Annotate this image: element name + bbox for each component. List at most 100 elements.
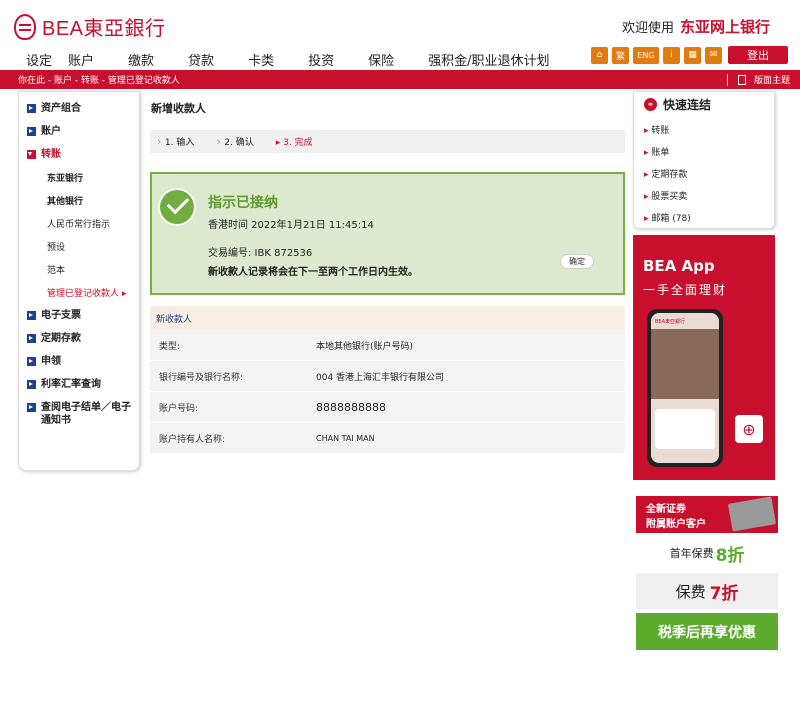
page-icon: [737, 74, 746, 85]
sidebar-item-label: 查阅电子结单／电子通知书: [41, 402, 131, 426]
sidebar-sub-template[interactable]: 范本: [19, 263, 139, 276]
bea-logo[interactable]: BEA東亞銀行: [14, 12, 166, 41]
nav-settings[interactable]: 设定: [26, 50, 52, 69]
quick-links-header: ⚭ 快速连结: [644, 96, 764, 113]
sidebar-item-echeque[interactable]: 电子支票: [19, 309, 139, 322]
theme-label[interactable]: 版面主题: [754, 73, 790, 86]
success-message: 新收款人记录将会在下一至两个工作日内生效。: [208, 267, 418, 278]
welcome-brand: 东亚网上银行: [679, 18, 770, 36]
row-value: CHAN TAI MAN: [316, 433, 375, 443]
row-value: 004 香港上海汇丰银行有限公司: [316, 372, 445, 383]
table-row: 账户号码: 8888888888: [150, 392, 625, 423]
step-indicator: 1. 输入 2. 确认 3. 完成: [150, 130, 625, 153]
arrow-box-icon: [27, 357, 36, 366]
welcome-prefix: 欢迎使用: [621, 21, 674, 36]
page-title: 新增收款人: [151, 102, 206, 115]
sidebar-sub-bea[interactable]: 东亚银行: [19, 171, 139, 184]
logo-text: BEA東亞銀行: [42, 18, 166, 40]
row-value: 本地其他银行(账户号码): [316, 341, 414, 352]
confirm-button[interactable]: 确定: [560, 254, 594, 269]
sidebar-item-label: 定期存款: [41, 333, 81, 344]
mail-icon[interactable]: ✉: [705, 46, 722, 64]
payee-detail: 新收款人 类型: 本地其他银行(账户号码) 银行编号及银行名称: 004 香港上…: [150, 306, 625, 454]
row-value: 8888888888: [316, 400, 386, 414]
checkmark-icon: [158, 188, 196, 226]
nav-payments[interactable]: 缴款: [128, 50, 154, 69]
divider: [726, 73, 728, 86]
securities-promo-banner[interactable]: 全新证券 附属账户客户 首年保费 8折 保费 7折 税季后再享优惠: [636, 496, 778, 652]
sidebar-item-label: 资产组合: [41, 103, 81, 114]
sidebar-item-deposit[interactable]: 定期存款: [19, 332, 139, 345]
sidebar-item-apply[interactable]: 申领: [19, 355, 139, 368]
banner-title: BEA App: [643, 257, 715, 275]
arrow-box-icon: [27, 127, 36, 136]
sidebar-sub-other-banks[interactable]: 其他银行: [19, 194, 139, 207]
success-title: 指示已接纳: [208, 195, 278, 211]
promo-top: 全新证券 附属账户客户: [636, 496, 778, 533]
quick-links-title: 快速连结: [663, 98, 712, 112]
breadcrumb: 你在此 - 账户 - 转账 - 管理已登记收款人: [18, 76, 180, 86]
left-sidebar: 资产组合 账户 转账 东亚银行 其他银行 人民币常行指示 预设 范本 管理已登记…: [18, 91, 140, 471]
sidebar-item-rates[interactable]: 利率汇率查询: [19, 378, 139, 391]
row-label: 账户号码:: [159, 403, 199, 414]
calculator-icon[interactable]: ▦: [684, 46, 701, 64]
step-confirm: 2. 确认: [216, 135, 253, 148]
success-time: 香港时间 2022年1月21日 11:45:14: [208, 220, 374, 231]
english-button[interactable]: ENG: [633, 46, 659, 64]
sidebar-item-transfer[interactable]: 转账: [19, 148, 139, 161]
row-label: 银行编号及银行名称:: [159, 372, 244, 383]
sidebar-item-label: 申领: [41, 356, 61, 367]
nav-cards[interactable]: 卡类: [248, 50, 274, 69]
sidebar-sub-rmb-standing[interactable]: 人民币常行指示: [19, 217, 139, 230]
quick-link-stocks[interactable]: 股票买卖: [644, 189, 764, 202]
breadcrumb-bar: 你在此 - 账户 - 转账 - 管理已登记收款人 版面主题: [0, 70, 800, 89]
promo-line2: 保费 7折: [636, 573, 778, 609]
sidebar-item-estatement[interactable]: 查阅电子结单／电子通知书: [19, 401, 139, 427]
sidebar-sub-preset[interactable]: 预设: [19, 240, 139, 253]
theme-switch[interactable]: 版面主题: [726, 73, 790, 86]
promo-line1-prefix: 首年保费: [669, 547, 714, 560]
logout-button[interactable]: 登出: [728, 46, 788, 64]
bea-app-icon: ⊕: [735, 415, 763, 443]
info-icon[interactable]: i: [663, 46, 680, 64]
row-label: 类型:: [159, 341, 181, 352]
quick-link-mailbox[interactable]: 邮箱 (78): [644, 211, 764, 224]
arrow-box-icon: [27, 104, 36, 113]
nav-investment[interactable]: 投资: [308, 50, 334, 69]
nav-accounts[interactable]: 账户: [68, 50, 94, 69]
main-nav: 设定 账户 缴款 贷款 卡类 投资 保险 强积金/职业退休计划: [26, 50, 550, 69]
quick-links-panel: ⚭ 快速连结 转账 账单 定期存款 股票买卖 邮箱 (78): [633, 91, 775, 229]
nav-loans[interactable]: 贷款: [188, 50, 214, 69]
promo-line2-value: 7折: [709, 583, 739, 604]
banner-subtitle: 一手全面理财: [643, 283, 728, 297]
main-content: 新增收款人 1. 输入 2. 确认 3. 完成 指示已接纳 香港时间 2022年…: [150, 91, 625, 454]
utility-bar: ⌂ 繁 ENG i ▦ ✉ 登出: [587, 46, 788, 64]
sidebar-sub-manage-payees[interactable]: 管理已登记收款人: [19, 286, 139, 299]
promo-line1: 首年保费 8折: [636, 533, 778, 573]
sidebar-item-label: 电子支票: [41, 310, 81, 321]
sidebar-item-label: 账户: [41, 126, 61, 137]
bea-app-banner[interactable]: BEA App 一手全面理财 BEA東亞銀行 ⊕: [633, 235, 775, 480]
detail-header: 新收款人: [150, 306, 625, 330]
traditional-chinese-button[interactable]: 繁: [612, 46, 629, 64]
success-panel: 指示已接纳 香港时间 2022年1月21日 11:45:14 交易编号: IBK…: [150, 172, 625, 295]
nav-insurance[interactable]: 保险: [368, 50, 394, 69]
promo-line3: 税季后再享优惠: [636, 613, 778, 650]
phone-brand: BEA東亞銀行: [655, 319, 686, 325]
arrow-box-icon: [27, 380, 36, 389]
sidebar-item-accounts[interactable]: 账户: [19, 125, 139, 138]
nav-mpf[interactable]: 强积金/职业退休计划: [428, 50, 549, 69]
table-row: 银行编号及银行名称: 004 香港上海汇丰银行有限公司: [150, 361, 625, 392]
promo-line2-prefix: 保费: [675, 582, 706, 601]
sidebar-item-portfolio[interactable]: 资产组合: [19, 102, 139, 115]
bea-emblem-icon: [14, 13, 36, 40]
promo-line1-value: 8折: [715, 545, 745, 566]
quick-link-transfer[interactable]: 转账: [644, 123, 764, 136]
quick-link-deposit[interactable]: 定期存款: [644, 167, 764, 180]
home-icon[interactable]: ⌂: [591, 46, 608, 64]
quick-link-bills[interactable]: 账单: [644, 145, 764, 158]
link-icon: ⚭: [644, 98, 657, 111]
welcome-text: 欢迎使用 东亚网上银行: [622, 16, 770, 37]
arrow-box-icon: [27, 150, 36, 159]
table-row: 类型: 本地其他银行(账户号码): [150, 330, 625, 361]
